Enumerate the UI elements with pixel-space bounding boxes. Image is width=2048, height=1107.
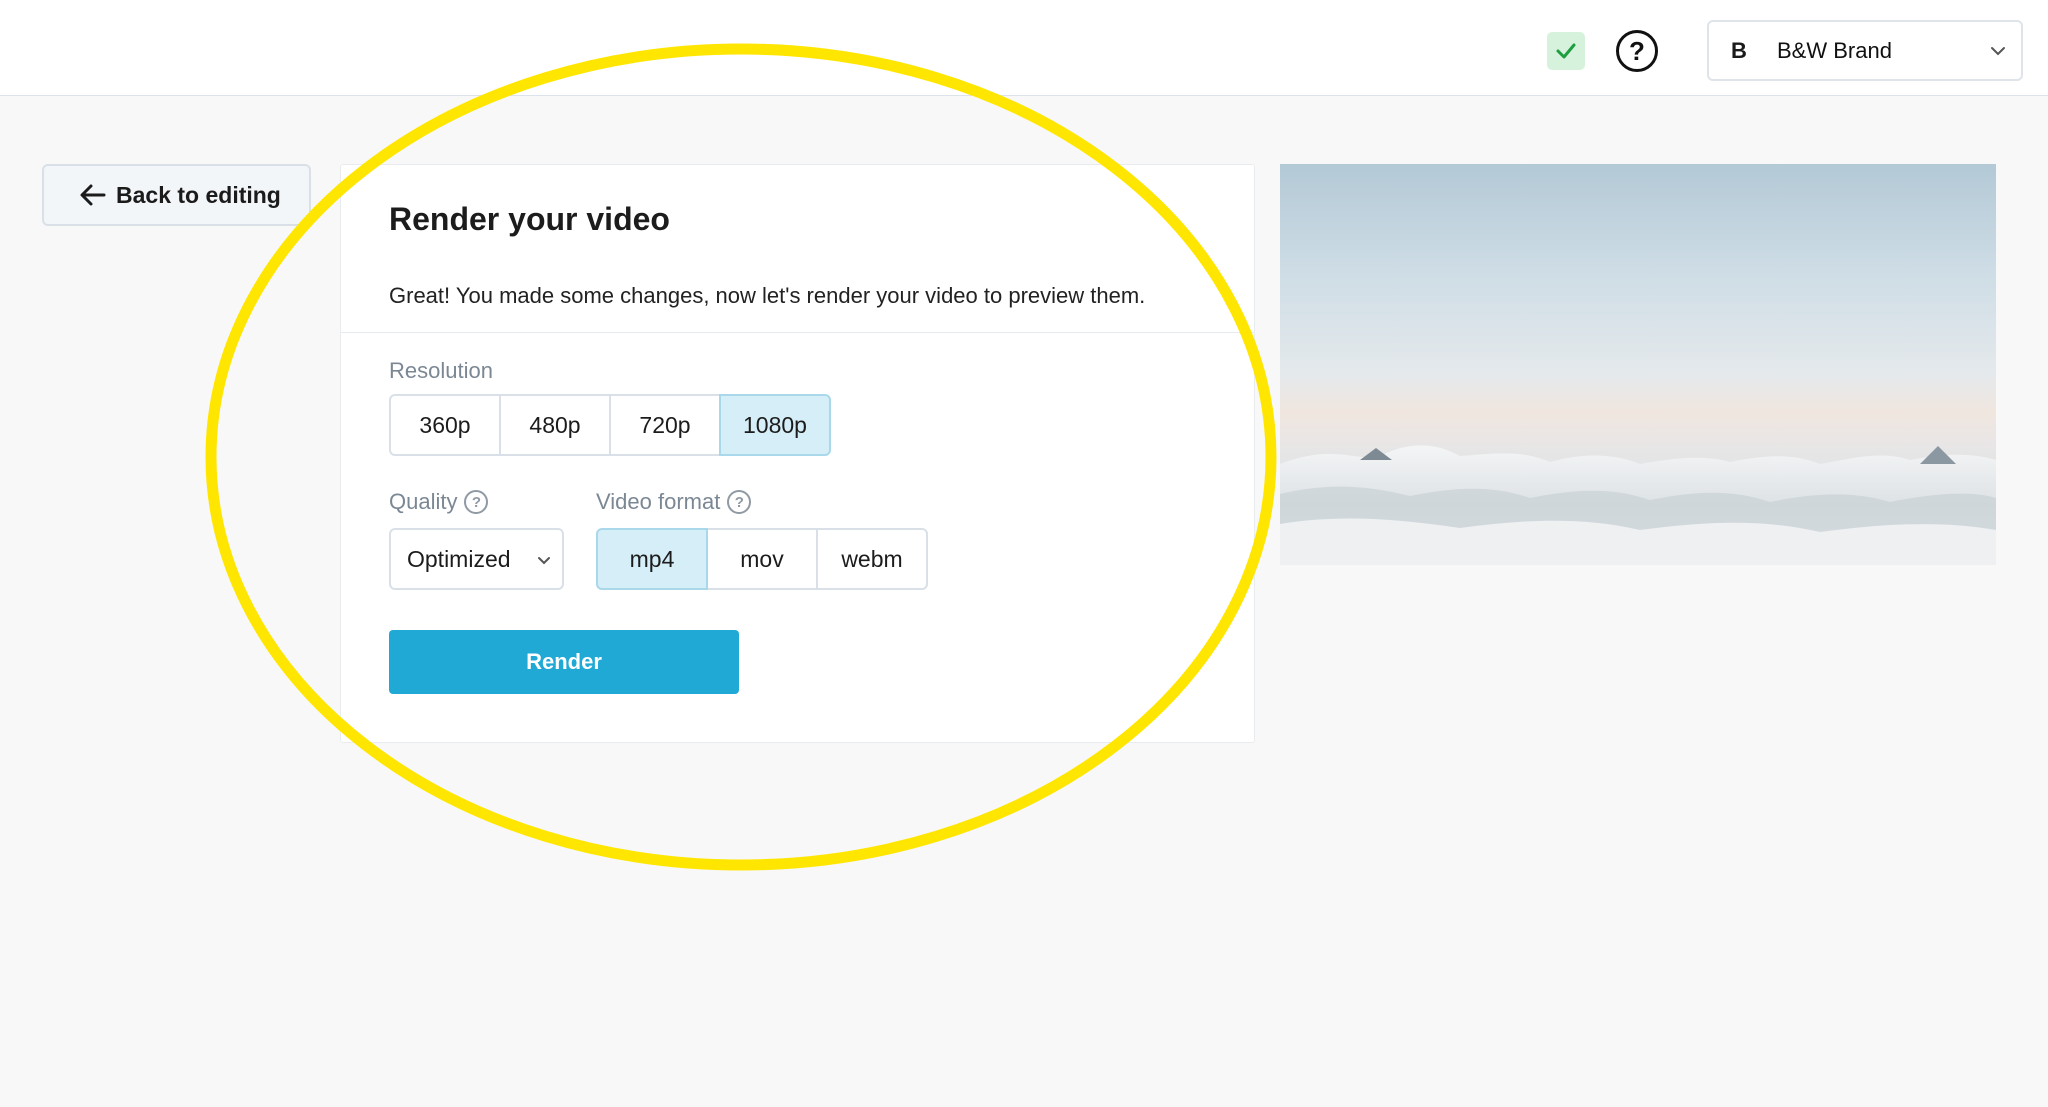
video-format-label: Video format [596,489,721,514]
back-to-editing-button[interactable]: Back to editing [42,164,311,226]
info-icon[interactable]: ? [727,490,752,514]
video-preview-thumbnail [1280,164,1996,565]
render-card: Render your video Great! You made some c… [340,164,1255,743]
status-badge [1547,32,1585,70]
format-option-mov[interactable]: mov [706,528,818,590]
resolution-option-480p[interactable]: 480p [499,394,611,456]
back-button-label: Back to editing [116,181,281,208]
resolution-label: Resolution [389,358,493,383]
video-format-label-row: Video format ? [596,489,752,515]
chevron-down-icon [1991,47,2005,56]
resolution-selector: 360p 480p 720p 1080p [389,394,831,456]
chevron-down-icon [538,557,550,565]
quality-value: Optimized [407,545,511,572]
quality-label-row: Quality ? [389,489,489,515]
quality-select[interactable]: Optimized [389,528,564,590]
brand-initial: B [1731,37,1747,63]
cloud-landscape-image [1280,445,1996,565]
format-option-webm[interactable]: webm [816,528,928,590]
render-button[interactable]: Render [389,630,739,694]
arrow-left-icon [78,180,108,210]
format-option-mp4[interactable]: mp4 [596,528,708,590]
question-circle-icon: ? [1629,35,1645,66]
video-format-selector: mp4 mov webm [596,528,928,590]
resolution-option-1080p[interactable]: 1080p [719,394,831,456]
card-title: Render your video [389,201,670,237]
card-description: Great! You made some changes, now let's … [389,283,1146,308]
resolution-option-360p[interactable]: 360p [389,394,501,456]
divider [341,332,1254,333]
resolution-option-720p[interactable]: 720p [609,394,721,456]
brand-name: B&W Brand [1777,37,1892,63]
quality-label: Quality [389,489,458,514]
help-button[interactable]: ? [1616,30,1658,72]
brand-select[interactable]: B B&W Brand [1707,20,2023,81]
check-icon [1556,43,1576,59]
top-header: ? B B&W Brand [0,0,2048,96]
info-icon[interactable]: ? [464,490,489,514]
